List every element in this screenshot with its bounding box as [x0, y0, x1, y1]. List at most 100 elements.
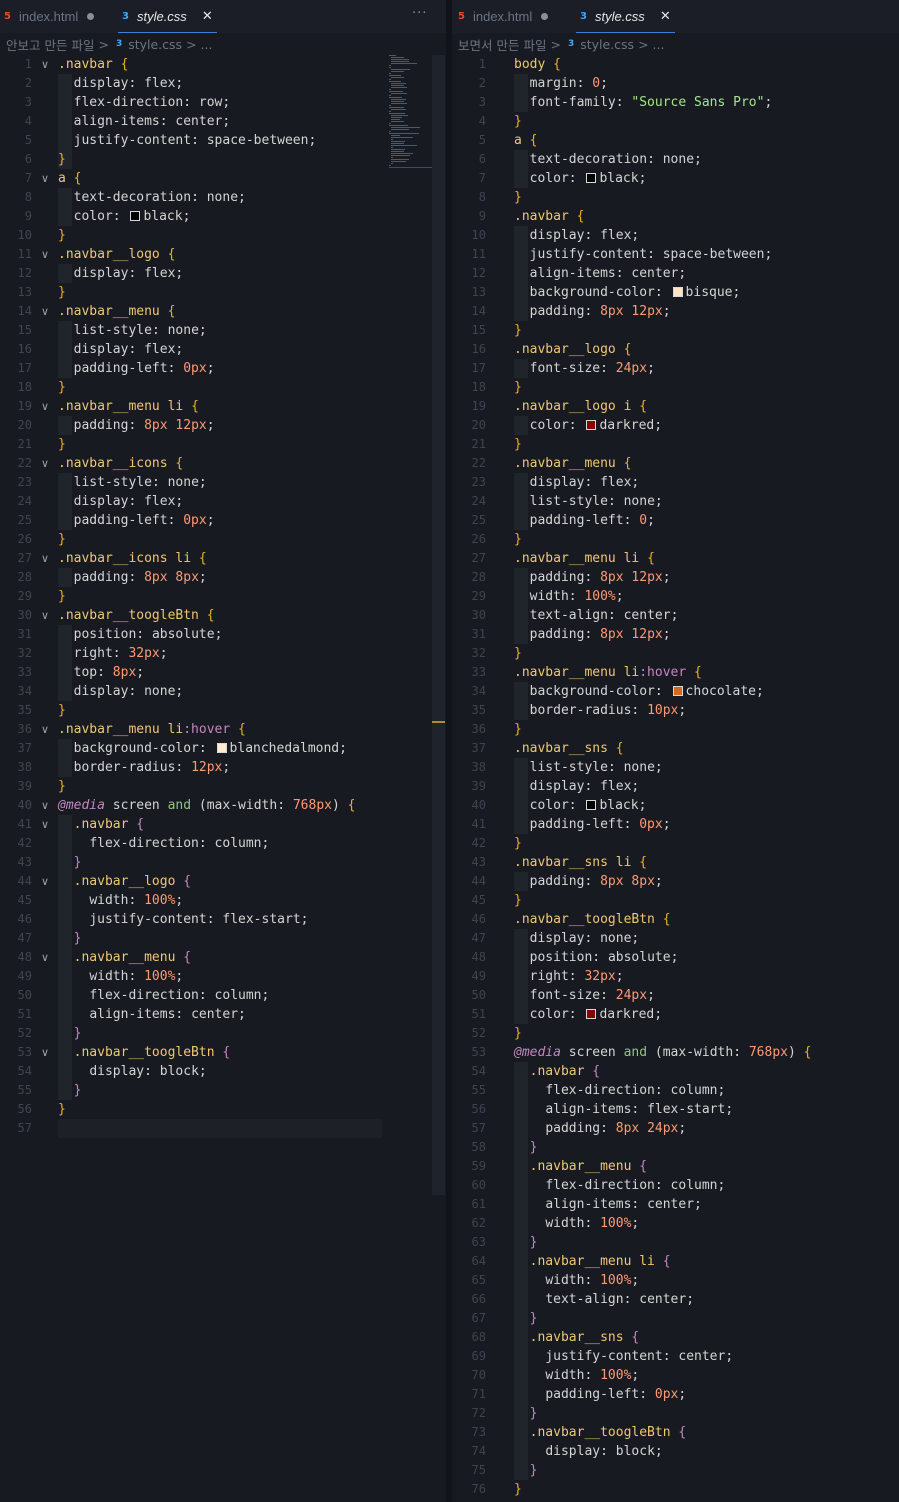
code-line[interactable]: 38 border-radius: 12px; — [0, 758, 446, 777]
code-line[interactable]: 26} — [0, 530, 446, 549]
fold-chevron-icon[interactable]: ∨ — [41, 245, 49, 264]
color-swatch[interactable] — [672, 686, 683, 696]
code-line[interactable]: 66 text-align: center; — [452, 1290, 899, 1309]
fold-chevron-icon[interactable]: ∨ — [41, 948, 49, 967]
fold-chevron-icon[interactable]: ∨ — [41, 720, 49, 739]
code-line[interactable]: 53 @media screen and (max-width: 768px) { — [452, 1043, 899, 1062]
code-line[interactable]: 62 width: 100%; — [452, 1214, 899, 1233]
code-line[interactable]: 12 display: flex; — [0, 264, 446, 283]
close-icon[interactable]: ✕ — [202, 9, 213, 24]
code-line[interactable]: 10 display: flex; — [452, 226, 899, 245]
code-line[interactable]: 34 background-color: chocolate; — [452, 682, 899, 701]
code-line[interactable]: 41 padding-left: 0px; — [452, 815, 899, 834]
code-line[interactable]: 71 padding-left: 0px; — [452, 1385, 899, 1404]
minimap-viewport[interactable] — [389, 167, 433, 168]
fold-chevron-icon[interactable]: ∨ — [41, 796, 49, 815]
code-line[interactable]: 67 } — [452, 1309, 899, 1328]
code-line[interactable]: 68 .navbar__sns { — [452, 1328, 899, 1347]
code-line[interactable]: 24 display: flex; — [0, 492, 446, 511]
close-icon[interactable]: ✕ — [660, 9, 671, 24]
breadcrumb-file[interactable]: style.css — [128, 37, 182, 52]
code-line[interactable]: 6} — [0, 150, 446, 169]
code-line[interactable]: 37 .navbar__sns { — [452, 739, 899, 758]
fold-chevron-icon[interactable]: ∨ — [41, 302, 49, 321]
code-line[interactable]: 43 .navbar__sns li { — [452, 853, 899, 872]
code-line[interactable]: 48 position: absolute; — [452, 948, 899, 967]
code-line[interactable]: 21} — [452, 435, 899, 454]
code-line[interactable]: 14 padding: 8px 12px; — [452, 302, 899, 321]
more-actions-icon[interactable]: ··· — [412, 6, 427, 21]
code-line[interactable]: 73 .navbar__toogleBtn { — [452, 1423, 899, 1442]
code-line[interactable]: 27 ∨ .navbar__icons li { — [0, 549, 446, 568]
code-line[interactable]: 23 display: flex; — [452, 473, 899, 492]
code-line[interactable]: 21} — [0, 435, 446, 454]
minimap[interactable] — [389, 55, 433, 168]
code-line[interactable]: 50 flex-direction: column; — [0, 986, 446, 1005]
code-line[interactable]: 22 .navbar__menu { — [452, 454, 899, 473]
code-line[interactable]: 29} — [0, 587, 446, 606]
code-line[interactable]: 2 display: flex; — [0, 74, 446, 93]
code-line[interactable]: 13} — [0, 283, 446, 302]
code-line[interactable]: 24 list-style: none; — [452, 492, 899, 511]
code-line[interactable]: 22 ∨ .navbar__icons { — [0, 454, 446, 473]
code-line[interactable]: 46 .navbar__toogleBtn { — [452, 910, 899, 929]
right-code-area[interactable]: 1 body {2 margin: 0; 3 font-family: "Sourc… — [452, 55, 899, 1499]
code-line[interactable]: 59 .navbar__menu { — [452, 1157, 899, 1176]
code-line[interactable]: 8 text-decoration: none; — [0, 188, 446, 207]
color-swatch[interactable] — [586, 173, 597, 183]
code-line[interactable]: 14 ∨ .navbar__menu { — [0, 302, 446, 321]
color-swatch[interactable] — [216, 743, 227, 753]
code-line[interactable]: 31 padding: 8px 12px; — [452, 625, 899, 644]
code-line[interactable]: 45} — [452, 891, 899, 910]
code-line[interactable]: 57 padding: 8px 24px; — [452, 1119, 899, 1138]
code-line[interactable]: 54 display: block; — [0, 1062, 446, 1081]
code-line[interactable]: 72 } — [452, 1404, 899, 1423]
code-line[interactable]: 57 — [0, 1119, 446, 1138]
code-line[interactable]: 30 ∨ .navbar__toogleBtn { — [0, 606, 446, 625]
fold-chevron-icon[interactable]: ∨ — [41, 549, 49, 568]
code-line[interactable]: 17 padding-left: 0px; — [0, 359, 446, 378]
code-line[interactable]: 36} — [452, 720, 899, 739]
breadcrumb-folder[interactable]: 보면서 만든 파일 — [458, 35, 546, 54]
code-line[interactable]: 1 ∨ .navbar { — [0, 55, 446, 74]
code-line[interactable]: 42 flex-direction: column; — [0, 834, 446, 853]
code-line[interactable]: 10} — [0, 226, 446, 245]
fold-chevron-icon[interactable]: ∨ — [41, 55, 49, 74]
code-line[interactable]: 54 .navbar { — [452, 1062, 899, 1081]
code-line[interactable]: 25 padding-left: 0px; — [0, 511, 446, 530]
code-line[interactable]: 9 color: black; — [0, 207, 446, 226]
vertical-scrollbar[interactable] — [432, 55, 445, 1195]
code-line[interactable]: 11 justify-content: space-between; — [452, 245, 899, 264]
code-line[interactable]: 39 display: flex; — [452, 777, 899, 796]
code-line[interactable]: 47 display: none; — [452, 929, 899, 948]
code-line[interactable]: 16 display: flex; — [0, 340, 446, 359]
code-line[interactable]: 9 .navbar { — [452, 207, 899, 226]
code-line[interactable]: 43 } — [0, 853, 446, 872]
fold-chevron-icon[interactable]: ∨ — [41, 815, 49, 834]
left-editor-pane[interactable]: 5 index.html 3 style.css ✕ ··· 안보고 만든 파일… — [0, 0, 446, 1502]
right-editor-pane[interactable]: 5 index.html 3 style.css ✕ 보면서 만든 파일 > 3… — [452, 0, 899, 1502]
code-line[interactable]: 13 background-color: bisque; — [452, 283, 899, 302]
code-line[interactable]: 33 .navbar__menu li:hover { — [452, 663, 899, 682]
code-line[interactable]: 37 background-color: blanchedalmond; — [0, 739, 446, 758]
code-line[interactable]: 58 } — [452, 1138, 899, 1157]
code-line[interactable]: 3 font-family: "Source Sans Pro"; — [452, 93, 899, 112]
fold-chevron-icon[interactable]: ∨ — [41, 606, 49, 625]
left-tab-style-css[interactable]: 3 style.css ✕ — [118, 0, 217, 33]
code-line[interactable]: 34 display: none; — [0, 682, 446, 701]
code-line[interactable]: 19 ∨ .navbar__menu li { — [0, 397, 446, 416]
code-line[interactable]: 16 .navbar__logo { — [452, 340, 899, 359]
code-line[interactable]: 4} — [452, 112, 899, 131]
code-line[interactable]: 53 ∨ .navbar__toogleBtn { — [0, 1043, 446, 1062]
code-line[interactable]: 5 a { — [452, 131, 899, 150]
code-line[interactable]: 28 padding: 8px 12px; — [452, 568, 899, 587]
code-line[interactable]: 15} — [452, 321, 899, 340]
code-line[interactable]: 47 } — [0, 929, 446, 948]
code-line[interactable]: 51 color: darkred; — [452, 1005, 899, 1024]
left-tab-index-html[interactable]: 5 index.html — [4, 0, 95, 33]
code-line[interactable]: 74 display: block; — [452, 1442, 899, 1461]
code-line[interactable]: 7 ∨ a { — [0, 169, 446, 188]
code-line[interactable]: 56 align-items: flex-start; — [452, 1100, 899, 1119]
code-line[interactable]: 4 align-items: center; — [0, 112, 446, 131]
code-line[interactable]: 69 justify-content: center; — [452, 1347, 899, 1366]
